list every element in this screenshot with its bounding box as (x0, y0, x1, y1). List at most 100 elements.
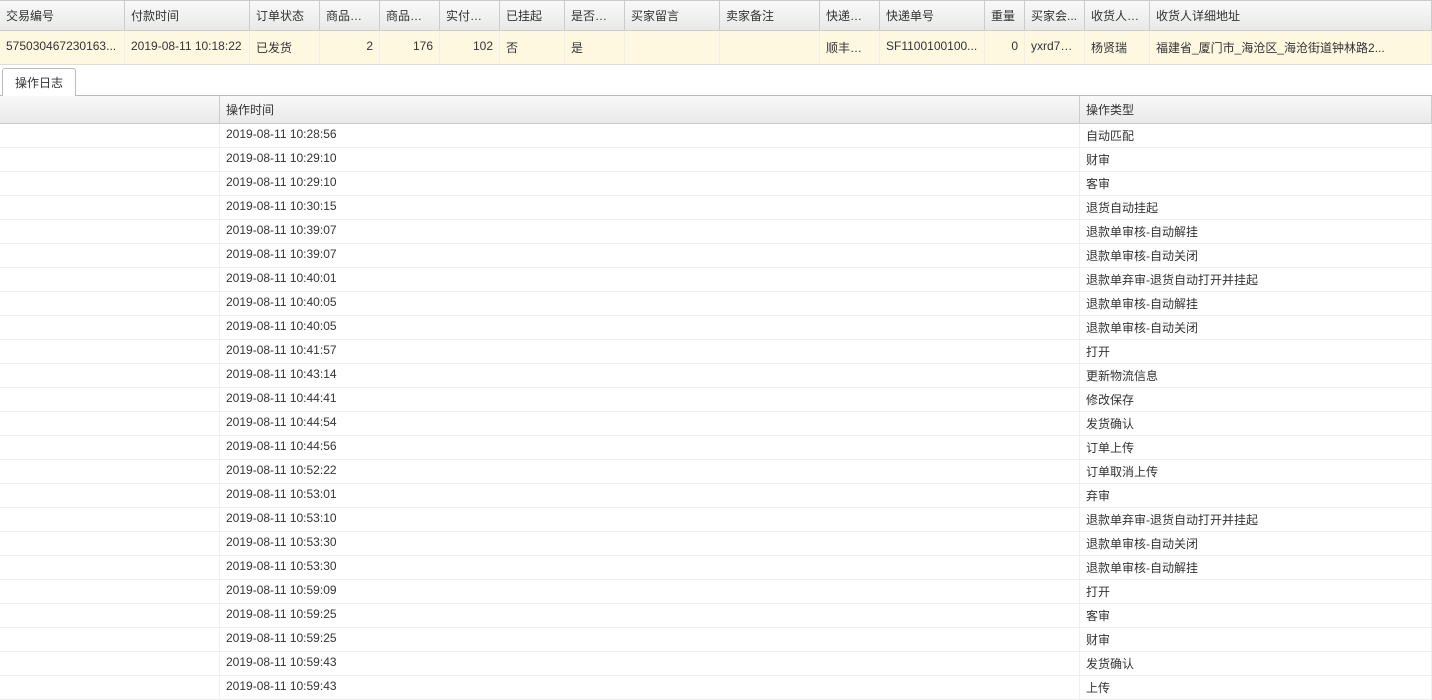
cell-consignee: 杨贤瑞 (1085, 31, 1150, 64)
log-row[interactable]: 2019-08-11 10:44:56订单上传 (0, 436, 1432, 460)
cell-seller-note (720, 31, 820, 64)
log-cell-type: 退款单弃审-退货自动打开并挂起 (1080, 508, 1432, 531)
col-header-trade-no[interactable]: 交易编号 (0, 1, 125, 30)
log-row[interactable]: 2019-08-11 10:53:30退款单审核-自动解挂 (0, 556, 1432, 580)
log-cell-time: 2019-08-11 10:44:56 (220, 436, 1080, 459)
log-cell-spacer (0, 220, 220, 243)
log-cell-time: 2019-08-11 10:59:25 (220, 604, 1080, 627)
log-cell-type: 订单上传 (1080, 436, 1432, 459)
log-row[interactable]: 2019-08-11 10:59:43上传 (0, 676, 1432, 700)
col-header-weight[interactable]: 重量 (985, 1, 1025, 30)
log-cell-spacer (0, 604, 220, 627)
order-header-row: 交易编号 付款时间 订单状态 商品数量 商品金额 实付金额 已挂起 是否开票 买… (0, 0, 1432, 31)
log-row[interactable]: 2019-08-11 10:39:07退款单审核-自动关闭 (0, 244, 1432, 268)
log-cell-type: 自动匹配 (1080, 124, 1432, 147)
log-cell-type: 财审 (1080, 628, 1432, 651)
log-cell-time: 2019-08-11 10:53:30 (220, 556, 1080, 579)
log-row[interactable]: 2019-08-11 10:43:14更新物流信息 (0, 364, 1432, 388)
log-row[interactable]: 2019-08-11 10:40:05退款单审核-自动解挂 (0, 292, 1432, 316)
log-cell-spacer (0, 292, 220, 315)
log-row[interactable]: 2019-08-11 10:44:54发货确认 (0, 412, 1432, 436)
log-cell-type: 退款单弃审-退货自动打开并挂起 (1080, 268, 1432, 291)
col-header-address[interactable]: 收货人详细地址 (1150, 1, 1432, 30)
log-cell-type: 发货确认 (1080, 412, 1432, 435)
log-cell-type: 订单取消上传 (1080, 460, 1432, 483)
cell-pending: 否 (500, 31, 565, 64)
col-header-buyer-nick[interactable]: 买家会... (1025, 1, 1085, 30)
log-cell-type: 客审 (1080, 172, 1432, 195)
col-header-op-type[interactable]: 操作类型 (1080, 96, 1432, 123)
log-cell-spacer (0, 364, 220, 387)
col-header-buyer-msg[interactable]: 买家留言 (625, 1, 720, 30)
log-row[interactable]: 2019-08-11 10:59:43发货确认 (0, 652, 1432, 676)
col-header-op-time[interactable]: 操作时间 (220, 96, 1080, 123)
log-cell-time: 2019-08-11 10:29:10 (220, 148, 1080, 171)
log-cell-time: 2019-08-11 10:52:22 (220, 460, 1080, 483)
cell-tracking: SF1100100100... (880, 31, 985, 64)
log-cell-type: 退款单审核-自动关闭 (1080, 532, 1432, 555)
col-header-paid[interactable]: 实付金额 (440, 1, 500, 30)
log-cell-time: 2019-08-11 10:44:41 (220, 388, 1080, 411)
col-header-invoice[interactable]: 是否开票 (565, 1, 625, 30)
log-row[interactable]: 2019-08-11 10:53:01弃审 (0, 484, 1432, 508)
log-row[interactable]: 2019-08-11 10:29:10财审 (0, 148, 1432, 172)
log-row[interactable]: 2019-08-11 10:41:57打开 (0, 340, 1432, 364)
log-cell-type: 财审 (1080, 148, 1432, 171)
log-cell-time: 2019-08-11 10:39:07 (220, 220, 1080, 243)
log-cell-type: 修改保存 (1080, 388, 1432, 411)
log-row[interactable]: 2019-08-11 10:53:10退款单弃审-退货自动打开并挂起 (0, 508, 1432, 532)
log-row[interactable]: 2019-08-11 10:59:09打开 (0, 580, 1432, 604)
log-row[interactable]: 2019-08-11 10:44:41修改保存 (0, 388, 1432, 412)
col-header-amount[interactable]: 商品金额 (380, 1, 440, 30)
log-row[interactable]: 2019-08-11 10:29:10客审 (0, 172, 1432, 196)
log-cell-spacer (0, 268, 220, 291)
log-row[interactable]: 2019-08-11 10:30:15退货自动挂起 (0, 196, 1432, 220)
cell-weight: 0 (985, 31, 1025, 64)
log-cell-spacer (0, 172, 220, 195)
log-row[interactable]: 2019-08-11 10:52:22订单取消上传 (0, 460, 1432, 484)
log-cell-spacer (0, 676, 220, 699)
log-cell-type: 更新物流信息 (1080, 364, 1432, 387)
log-cell-time: 2019-08-11 10:53:01 (220, 484, 1080, 507)
col-header-pay-time[interactable]: 付款时间 (125, 1, 250, 30)
log-row[interactable]: 2019-08-11 10:40:01退款单弃审-退货自动打开并挂起 (0, 268, 1432, 292)
log-cell-type: 打开 (1080, 580, 1432, 603)
log-cell-type: 发货确认 (1080, 652, 1432, 675)
col-header-consignee[interactable]: 收货人姓名 (1085, 1, 1150, 30)
log-cell-spacer (0, 628, 220, 651)
log-cell-type: 客审 (1080, 604, 1432, 627)
log-cell-spacer (0, 124, 220, 147)
log-row[interactable]: 2019-08-11 10:59:25财审 (0, 628, 1432, 652)
log-row[interactable]: 2019-08-11 10:39:07退款单审核-自动解挂 (0, 220, 1432, 244)
log-cell-spacer (0, 340, 220, 363)
col-header-pending[interactable]: 已挂起 (500, 1, 565, 30)
cell-paid: 102 (440, 31, 500, 64)
log-header-spacer (0, 96, 220, 123)
log-row[interactable]: 2019-08-11 10:40:05退款单审核-自动关闭 (0, 316, 1432, 340)
col-header-seller-note[interactable]: 卖家备注 (720, 1, 820, 30)
log-cell-spacer (0, 196, 220, 219)
order-row[interactable]: 575030467230163... 2019-08-11 10:18:22 已… (0, 31, 1432, 65)
cell-courier: 顺丰隔日 (820, 31, 880, 64)
log-row[interactable]: 2019-08-11 10:59:25客审 (0, 604, 1432, 628)
log-cell-spacer (0, 316, 220, 339)
log-row[interactable]: 2019-08-11 10:53:30退款单审核-自动关闭 (0, 532, 1432, 556)
log-row[interactable]: 2019-08-11 10:28:56自动匹配 (0, 124, 1432, 148)
col-header-status[interactable]: 订单状态 (250, 1, 320, 30)
cell-status: 已发货 (250, 31, 320, 64)
log-cell-spacer (0, 436, 220, 459)
log-cell-spacer (0, 388, 220, 411)
log-cell-type: 上传 (1080, 676, 1432, 699)
col-header-courier[interactable]: 快递公司 (820, 1, 880, 30)
col-header-tracking[interactable]: 快递单号 (880, 1, 985, 30)
log-cell-spacer (0, 244, 220, 267)
cell-buyer-nick: yxrd7s198 (1025, 31, 1085, 64)
log-cell-time: 2019-08-11 10:43:14 (220, 364, 1080, 387)
log-cell-type: 退货自动挂起 (1080, 196, 1432, 219)
log-cell-time: 2019-08-11 10:41:57 (220, 340, 1080, 363)
col-header-qty[interactable]: 商品数量 (320, 1, 380, 30)
log-header-row: 操作时间 操作类型 (0, 96, 1432, 124)
log-cell-time: 2019-08-11 10:59:09 (220, 580, 1080, 603)
tab-operation-log[interactable]: 操作日志 (2, 68, 76, 96)
log-cell-type: 退款单审核-自动解挂 (1080, 220, 1432, 243)
